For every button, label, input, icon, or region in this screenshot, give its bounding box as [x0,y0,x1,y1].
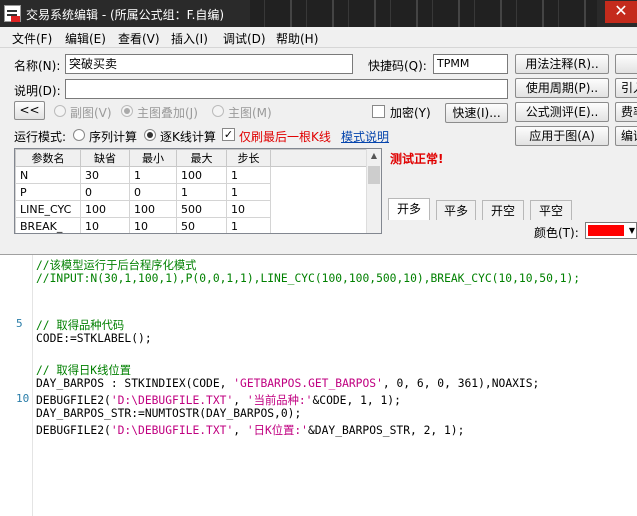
line-number-gutter [0,255,33,516]
table-cell[interactable]: 1 [176,183,227,201]
table-cell[interactable]: 10 [129,217,177,233]
description-input[interactable] [65,79,508,99]
column-header-default[interactable]: 缺省 [80,149,130,167]
chevron-down-icon[interactable]: ▼ [627,223,637,238]
table-cell[interactable]: BREAK_ [15,217,81,233]
menu-file[interactable]: 文件(F) [12,30,52,47]
radio-main-chart-label: 主图(M) [228,106,272,120]
color-swatch [588,225,624,236]
apply-chart-button[interactable]: 应用于图(A) [515,126,609,146]
only-last-bar-checkbox[interactable]: ✓ [222,128,235,141]
column-header-max[interactable]: 最大 [176,149,227,167]
code-line: // 取得日K线位置 [36,364,131,377]
code-line: DAY_BARPOS_STR:=NUMTOSTR(DAY_BARPOS,0); [36,407,302,420]
description-label: 说明(D): [14,84,61,98]
color-picker[interactable]: ▼ [585,222,637,239]
collapse-button[interactable]: << [14,101,45,120]
code-line: CODE:=STKLABEL(); [36,332,152,345]
table-cell[interactable]: 1 [226,217,271,233]
parameter-table-scrollbar[interactable]: ▲ [366,149,381,233]
parameter-table: 参数名 缺省 最小 最大 步长 N 30 1 100 1 P 0 0 1 1 L… [14,148,382,234]
radio-sequence-calc[interactable] [73,129,85,141]
scrollbar-thumb[interactable] [368,166,380,184]
table-row[interactable]: N 30 1 100 1 [15,166,367,184]
menu-help[interactable]: 帮助(H) [276,30,318,47]
radio-main-overlay[interactable] [121,105,133,117]
color-label: 颜色(T): [534,226,579,240]
table-cell[interactable]: 1 [129,166,177,184]
table-cell[interactable]: 1 [226,166,271,184]
window-title: 交易系统编辑 - (所属公式组：F.自编) [26,8,225,22]
menu-view[interactable]: 查看(V) [118,30,160,47]
tab-open-long[interactable]: 开多 [388,198,430,220]
table-cell[interactable]: 10 [226,200,271,218]
tab-close-long[interactable]: 平多 [436,200,476,220]
table-cell[interactable]: 500 [176,200,227,218]
table-cell[interactable]: 100 [129,200,177,218]
table-cell[interactable]: 10 [80,217,130,233]
encrypt-checkbox[interactable] [372,105,385,118]
menu-edit[interactable]: 编辑(E) [65,30,106,47]
shortcut-input[interactable]: TPMM [433,54,508,74]
parameter-table-header: 参数名 缺省 最小 最大 步长 [15,149,367,167]
only-last-bar-label: 仅刷最后一根K线 [239,130,331,144]
table-row[interactable]: BREAK_ 10 10 50 1 [15,217,367,233]
close-icon[interactable]: ✕ [605,1,637,23]
encrypt-label: 加密(Y) [390,106,431,120]
menu-insert[interactable]: 插入(I) [171,30,208,47]
table-cell[interactable]: 0 [129,183,177,201]
code-line: DAY_BARPOS : STKINDIEX(CODE, 'GETBARPOS.… [36,377,540,390]
name-input[interactable]: 突破买卖 [65,54,353,74]
table-row[interactable]: LINE_CYC 100 100 500 10 [15,200,367,218]
import-button[interactable]: 引入 [615,78,637,98]
fee-button[interactable]: 费率 [615,102,637,122]
tab-close-short[interactable]: 平空 [530,200,572,220]
name-label: 名称(N): [14,59,61,73]
column-header-min[interactable]: 最小 [129,149,177,167]
shortcut-label: 快捷码(Q): [368,59,427,73]
radio-main-chart[interactable] [212,105,224,117]
radio-kline-calc[interactable] [144,129,156,141]
table-cell[interactable]: P [15,183,81,201]
table-cell[interactable]: 0 [80,183,130,201]
table-cell[interactable]: N [15,166,81,184]
radio-kline-calc-label: 逐K线计算 [160,130,216,144]
line-number: 5 [16,317,23,330]
run-mode-label: 运行模式: [14,130,67,144]
code-line: DEBUGFILE2('D:\DEBUGFILE.TXT', '当前品种:'&C… [36,394,401,407]
test-status-text: 测试正常! [390,152,444,166]
use-period-button[interactable]: 使用周期(P).. [515,78,609,98]
edge-button-1[interactable] [615,54,637,74]
line-number: 10 [16,392,30,405]
mode-help-link[interactable]: 模式说明 [341,128,389,145]
radio-subchart-label: 副图(V) [70,106,112,120]
table-cell[interactable]: 30 [80,166,130,184]
quick-button[interactable]: 快速(I)... [445,103,508,123]
table-cell[interactable]: 1 [226,183,271,201]
radio-subchart[interactable] [54,105,66,117]
menu-debug[interactable]: 调试(D) [223,30,266,47]
title-bar-background [250,0,597,27]
code-line: DEBUGFILE2('D:\DEBUGFILE.TXT', '日K位置:'&D… [36,424,465,437]
table-cell[interactable]: 100 [176,166,227,184]
radio-main-overlay-label: 主图叠加(J) [137,106,198,120]
app-icon [4,5,21,22]
tab-open-short[interactable]: 开空 [482,200,524,220]
table-cell[interactable]: LINE_CYC [15,200,81,218]
table-cell[interactable]: 50 [176,217,227,233]
radio-sequence-calc-label: 序列计算 [89,130,138,144]
code-line: //INPUT:N(30,1,100,1),P(0,0,1,1),LINE_CY… [36,272,581,285]
formula-test-button[interactable]: 公式测评(E).. [515,102,609,122]
code-line: //该模型运行于后台程序化模式 [36,259,197,272]
usage-note-button[interactable]: 用法注释(R).. [515,54,609,74]
column-header-param-name[interactable]: 参数名 [15,149,81,167]
compile-button[interactable]: 编译 [615,126,637,146]
table-row[interactable]: P 0 0 1 1 [15,183,367,201]
column-header-step[interactable]: 步长 [226,149,271,167]
scroll-up-icon[interactable]: ▲ [368,150,380,162]
code-line: // 取得品种代码 [36,319,125,332]
menu-bar: 文件(F) 编辑(E) 查看(V) 插入(I) 调试(D) 帮助(H) [0,27,637,48]
table-cell[interactable]: 100 [80,200,130,218]
